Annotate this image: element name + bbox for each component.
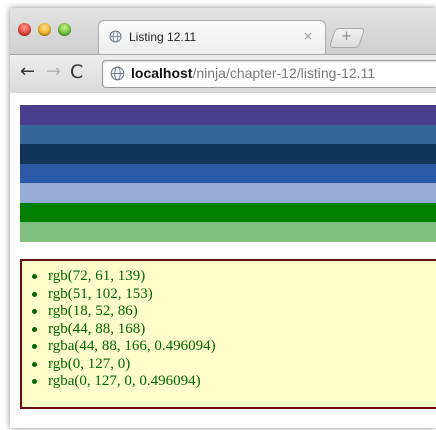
- color-value: rgb(44, 88, 168): [48, 320, 146, 337]
- list-item: rgba(44, 88, 166, 0.496094): [32, 338, 436, 356]
- browser-chrome: Listing 12.11 × + ← → C localhost/ninja/…: [10, 8, 436, 94]
- color-list: rgb(72, 61, 139) rgb(51, 102, 153) rgb(18,…: [22, 261, 436, 391]
- minimize-window-button[interactable]: [38, 23, 51, 36]
- forward-arrow-icon[interactable]: →: [46, 61, 61, 83]
- list-item: rgba(0, 127, 0, 0.496094): [32, 373, 436, 391]
- globe-icon: [110, 66, 125, 81]
- color-stripe: [20, 124, 436, 144]
- color-stripe: [20, 202, 436, 222]
- bullet-icon: [32, 361, 37, 367]
- color-stripe: [20, 105, 436, 125]
- list-item: rgb(44, 88, 168): [32, 320, 436, 339]
- navigation-toolbar: ← → C localhost/ninja/chapter-12/listing…: [10, 54, 436, 94]
- color-stripe: [20, 144, 436, 164]
- color-value: rgb(18, 52, 86): [48, 303, 138, 319]
- plus-icon: +: [341, 29, 352, 44]
- reload-icon[interactable]: C: [70, 61, 83, 83]
- bullet-icon: [32, 274, 37, 279]
- close-window-button[interactable]: [18, 23, 31, 36]
- bullet-icon: [32, 309, 37, 314]
- list-item: rgb(51, 102, 153): [32, 285, 436, 304]
- globe-icon: [109, 30, 122, 43]
- color-value: rgb(0, 127, 0): [48, 355, 131, 372]
- bullet-icon: [32, 326, 37, 332]
- list-item: rgb(72, 61, 139): [32, 268, 436, 286]
- color-value: rgb(72, 61, 139): [48, 268, 146, 284]
- back-arrow-icon[interactable]: ←: [20, 61, 35, 83]
- tab-title: Listing 12.11: [129, 30, 197, 44]
- bullet-icon: [32, 379, 37, 384]
- tab-listing[interactable]: Listing 12.11 ×: [98, 20, 326, 55]
- color-stripe: [20, 222, 436, 242]
- url-text: localhost/ninja/chapter-12/listing-12.11: [131, 65, 375, 81]
- bullet-icon: [32, 344, 37, 349]
- url-path: /ninja/chapter-12/listing-12.11: [192, 65, 376, 81]
- maximize-window-button[interactable]: [58, 23, 71, 36]
- color-value: rgba(0, 127, 0, 0.496094): [48, 373, 201, 389]
- color-value: rgb(51, 102, 153): [48, 285, 153, 302]
- color-stripe: [20, 183, 436, 203]
- page-content: rgb(72, 61, 139) rgb(51, 102, 153) rgb(18,…: [10, 93, 436, 428]
- color-list-panel: rgb(72, 61, 139) rgb(51, 102, 153) rgb(18,…: [20, 259, 436, 409]
- browser-window: Listing 12.11 × + ← → C localhost/ninja/…: [10, 8, 436, 428]
- color-value: rgba(44, 88, 166, 0.496094): [48, 338, 216, 354]
- bullet-icon: [32, 291, 37, 297]
- color-stripes: [20, 105, 436, 242]
- tab-strip: Listing 12.11 × +: [10, 8, 436, 55]
- tab-close-icon[interactable]: ×: [303, 29, 313, 43]
- list-item: rgb(0, 127, 0): [32, 355, 436, 374]
- color-stripe: [20, 163, 436, 183]
- list-item: rgb(18, 52, 86): [32, 303, 436, 321]
- address-bar[interactable]: localhost/ninja/chapter-12/listing-12.11: [102, 60, 436, 88]
- url-host: localhost: [131, 65, 193, 81]
